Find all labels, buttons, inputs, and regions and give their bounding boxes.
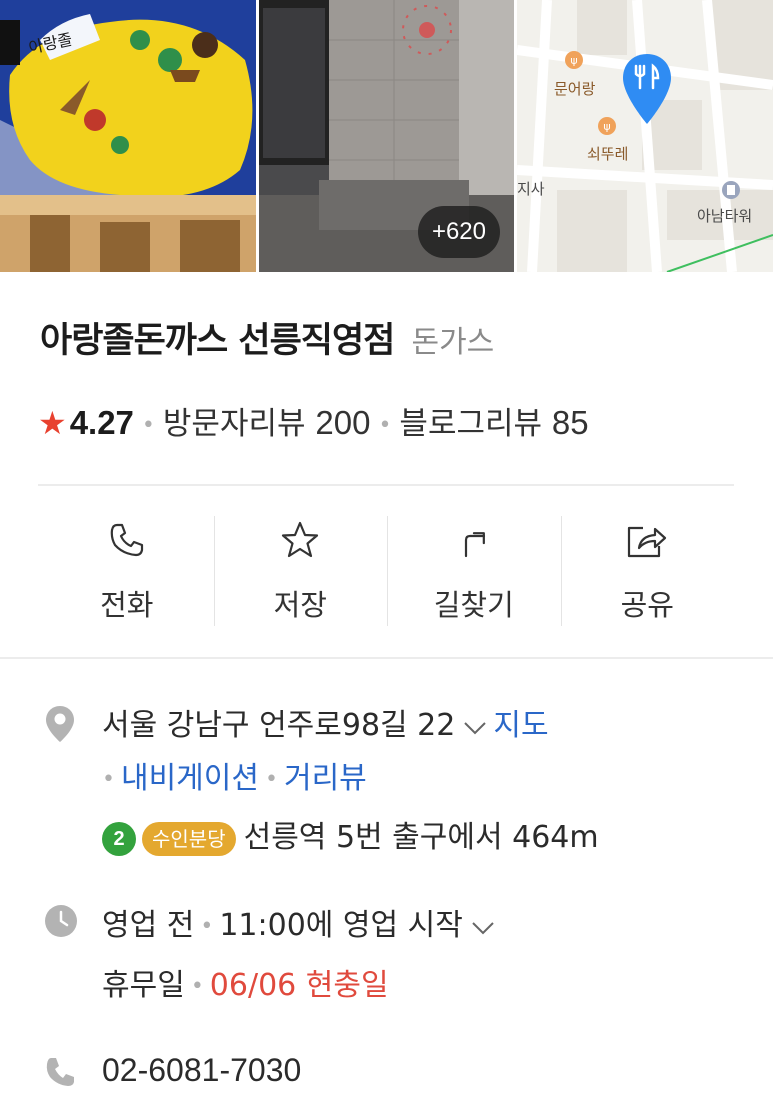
svg-text:ψ: ψ — [570, 54, 577, 67]
holiday-label: 휴무일 — [102, 968, 185, 1003]
phone-line: 02-6081-7030 — [102, 1052, 301, 1089]
call-label: 전화 — [100, 588, 154, 622]
share-label: 공유 — [620, 588, 674, 622]
subway-info: 2 수인분당 선릉역 5번 출구에서 464m — [102, 812, 599, 856]
separator-dot: • — [200, 914, 214, 939]
location-marker-icon — [44, 704, 76, 748]
directions-icon — [464, 532, 485, 558]
mini-map[interactable]: ψ 문어랑 ψ 쇠뚜레 지사 아남타워 — [517, 0, 773, 272]
phone-number[interactable]: 02-6081-7030 — [102, 1052, 301, 1088]
open-info[interactable]: 11:00에 영업 시작 — [219, 908, 463, 943]
place-category: 돈가스 — [411, 325, 495, 360]
separator-dot: • — [102, 767, 115, 792]
phone-icon — [44, 1056, 76, 1092]
separator-dot: • — [190, 974, 204, 999]
hours-line: 영업 전 • 11:00에 영업 시작 — [102, 900, 501, 944]
photo-strip: 아랑졸 +620 ψ 문어랑 ψ 쇠뚜레 지사 아남타워 — [0, 0, 773, 272]
business-status: 영업 전 — [102, 908, 195, 943]
share-icon — [628, 526, 667, 558]
share-button[interactable]: 공유 — [560, 516, 735, 626]
place-title-row: 아랑졸돈까스 선릉직영점 돈가스 — [40, 312, 494, 363]
action-bar: 전화 저장 길찾기 공유 — [40, 516, 734, 626]
address-line: 서울 강남구 언주로98길 22 지도 — [102, 700, 549, 744]
directions-button[interactable]: 길찾기 — [387, 516, 561, 626]
navigation-link[interactable]: 내비게이션 — [121, 761, 259, 796]
blog-review-label[interactable]: 블로그리뷰 — [399, 406, 542, 442]
photo-interior[interactable]: +620 — [259, 0, 514, 272]
visitor-review-count[interactable]: 200 — [315, 404, 370, 441]
map-label-anam-tower: 아남타워 — [697, 207, 753, 225]
divider — [38, 484, 734, 486]
streetview-link[interactable]: 거리뷰 — [284, 761, 367, 796]
divider — [0, 657, 773, 659]
blog-review-count[interactable]: 85 — [552, 404, 589, 441]
chevron-down-icon[interactable] — [471, 909, 495, 944]
photo-mural[interactable]: 아랑졸 — [0, 0, 256, 272]
star-outline-icon — [282, 521, 319, 558]
map-label-soettukkeuk: 쇠뚜레 — [587, 145, 629, 163]
place-title: 아랑졸돈까스 선릉직영점 — [40, 321, 395, 361]
visitor-review-label[interactable]: 방문자리뷰 — [163, 406, 306, 442]
call-button[interactable]: 전화 — [40, 516, 214, 626]
subway-line-suin-bundang: 수인분당 — [142, 821, 236, 856]
chevron-down-icon[interactable] — [463, 709, 487, 744]
holiday-value: 06/06 현충일 — [209, 968, 389, 1003]
clock-icon — [44, 904, 78, 942]
holiday-line: 휴무일 • 06/06 현충일 — [102, 960, 389, 1004]
rating-row: ★4.27 • 방문자리뷰 200 • 블로그리뷰 85 — [38, 398, 589, 443]
subway-line-badge: 2 — [102, 821, 136, 856]
separator-dot: • — [141, 413, 155, 438]
rating-score: 4.27 — [69, 404, 134, 441]
map-label-munorang: 문어랑 — [554, 80, 596, 98]
address-links: • 내비게이션 • 거리뷰 — [102, 753, 367, 797]
map-label-jisa: 지사 — [517, 180, 545, 198]
save-label: 저장 — [273, 588, 327, 622]
directions-label: 길찾기 — [433, 588, 514, 622]
separator-dot: • — [264, 767, 278, 792]
station-info: 선릉역 5번 출구에서 464m — [243, 820, 599, 855]
map-background — [517, 0, 773, 272]
address-text[interactable]: 서울 강남구 언주로98길 22 — [102, 708, 455, 743]
separator-dot: • — [378, 413, 392, 438]
save-button[interactable]: 저장 — [213, 516, 388, 626]
star-filled-icon: ★ — [38, 404, 67, 442]
map-link[interactable]: 지도 — [493, 708, 548, 743]
phone-icon — [110, 523, 143, 557]
svg-text:ψ: ψ — [603, 120, 610, 133]
more-photos-badge[interactable]: +620 — [417, 206, 500, 258]
